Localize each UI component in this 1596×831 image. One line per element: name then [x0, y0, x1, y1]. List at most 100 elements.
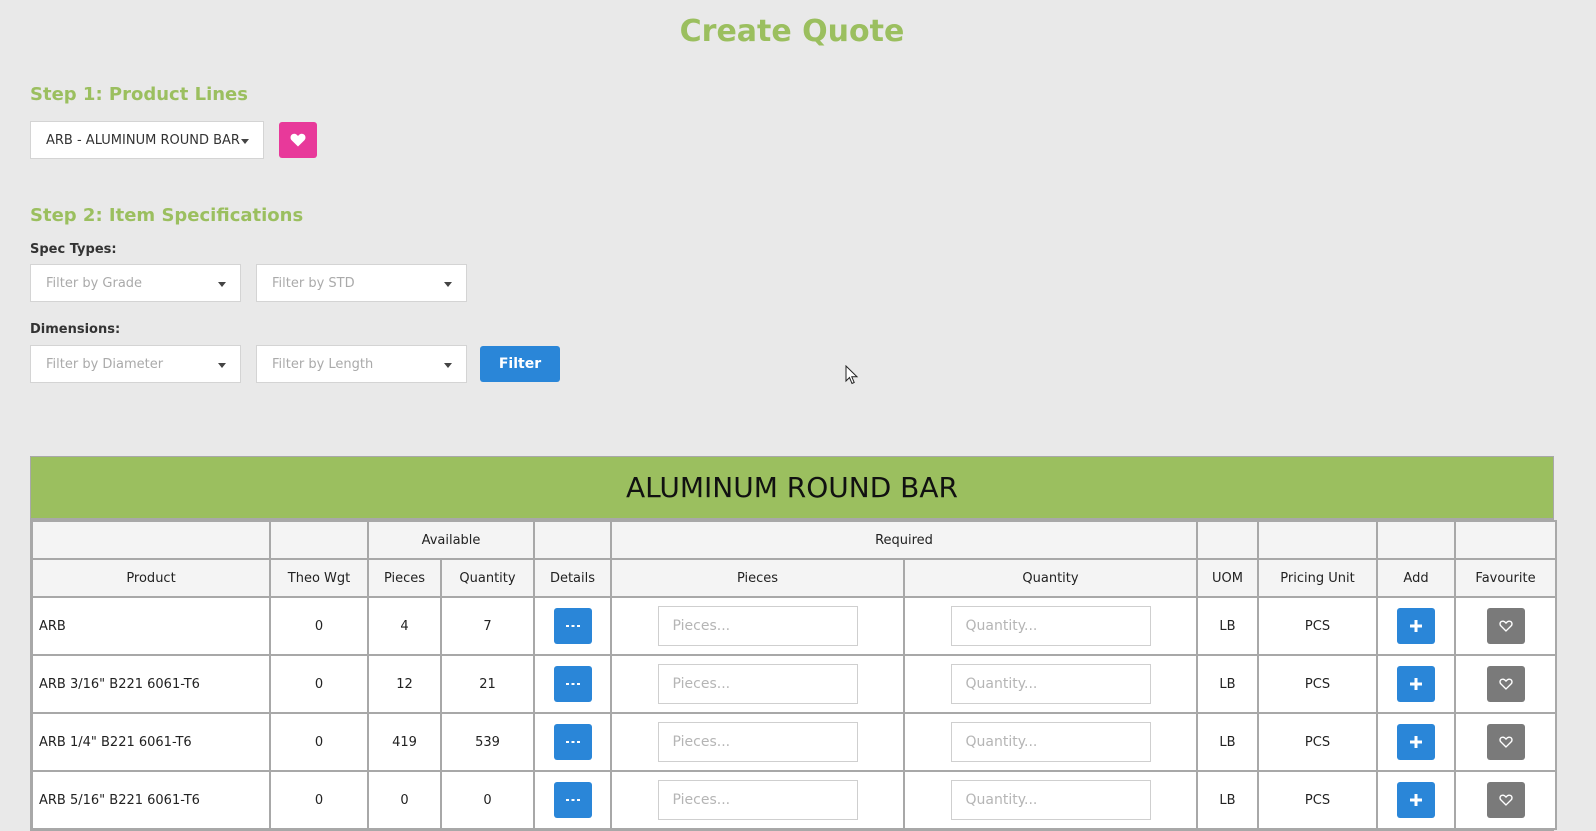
- required-quantity-input[interactable]: [950, 606, 1151, 646]
- group-header-empty: [1376, 520, 1457, 560]
- required-quantity-input[interactable]: [950, 780, 1151, 820]
- required-pieces-cell: [610, 596, 905, 656]
- ellipsis-icon: [565, 741, 580, 743]
- col-header-theo-wgt: Theo Wgt: [269, 558, 369, 598]
- group-header-available: Available: [367, 520, 535, 560]
- uom-cell: LB: [1196, 712, 1260, 772]
- required-quantity-cell: [902, 712, 1199, 772]
- spec-types-label: Spec Types:: [30, 242, 117, 257]
- theo-wgt-cell: 0: [269, 596, 369, 656]
- uom-cell: LB: [1196, 596, 1260, 656]
- product-line-select[interactable]: ARB - ALUMINUM ROUND BAR: [30, 121, 264, 159]
- favourite-cell: [1454, 654, 1558, 714]
- add-button[interactable]: [1397, 666, 1436, 702]
- required-pieces-input[interactable]: [657, 780, 858, 820]
- grade-filter-select[interactable]: Filter by Grade: [30, 264, 241, 302]
- uom-cell: LB: [1196, 770, 1260, 830]
- theo-wgt-cell: 0: [269, 712, 369, 772]
- chevron-down-icon: [218, 282, 226, 287]
- length-filter-select[interactable]: Filter by Length: [256, 345, 467, 383]
- step1-label: Step 1: Product Lines: [30, 84, 248, 105]
- col-header-favourite: Favourite: [1454, 558, 1558, 598]
- required-quantity-input[interactable]: [950, 722, 1151, 762]
- heart-outline-icon: [1498, 736, 1513, 748]
- col-header-uom: UOM: [1196, 558, 1260, 598]
- required-pieces-input[interactable]: [657, 722, 858, 762]
- favourite-button[interactable]: [1486, 608, 1525, 644]
- table-row: ARB 5/16" B221 6061-T6 0 0 0 LB PCS: [31, 770, 1558, 830]
- filter-button[interactable]: Filter: [480, 346, 560, 382]
- favourite-button[interactable]: [1486, 782, 1525, 818]
- table-title: ALUMINUM ROUND BAR: [31, 457, 1553, 520]
- available-pieces-cell: 419: [367, 712, 442, 772]
- add-button[interactable]: [1397, 608, 1436, 644]
- available-quantity-cell: 0: [440, 770, 535, 830]
- uom-cell: LB: [1196, 654, 1260, 714]
- column-header-row: Product Theo Wgt Pieces Quantity Details…: [31, 558, 1558, 598]
- favourite-product-line-button[interactable]: [279, 122, 317, 158]
- col-header-pricing-unit: Pricing Unit: [1257, 558, 1379, 598]
- available-pieces-cell: 12: [367, 654, 442, 714]
- product-table: Available Required Product Theo Wgt Piec…: [31, 520, 1558, 830]
- diameter-filter-select[interactable]: Filter by Diameter: [30, 345, 241, 383]
- required-pieces-input[interactable]: [657, 606, 858, 646]
- ellipsis-icon: [565, 799, 580, 801]
- add-button[interactable]: [1397, 782, 1436, 818]
- details-cell: [533, 654, 612, 714]
- details-button[interactable]: [553, 666, 592, 702]
- product-cell: ARB: [31, 596, 271, 656]
- add-button[interactable]: [1397, 724, 1436, 760]
- required-quantity-input[interactable]: [950, 664, 1151, 704]
- step2-label: Step 2: Item Specifications: [30, 205, 304, 226]
- details-cell: [533, 712, 612, 772]
- add-cell: [1376, 712, 1457, 772]
- required-quantity-cell: [902, 596, 1199, 656]
- details-button[interactable]: [553, 608, 592, 644]
- chevron-down-icon: [218, 363, 226, 368]
- col-header-product: Product: [31, 558, 271, 598]
- add-cell: [1376, 654, 1457, 714]
- details-button[interactable]: [553, 724, 592, 760]
- favourite-button[interactable]: [1486, 724, 1525, 760]
- group-header-empty: [1454, 520, 1558, 560]
- table-row: ARB 3/16" B221 6061-T6 0 12 21 LB PCS: [31, 654, 1558, 714]
- details-cell: [533, 596, 612, 656]
- page-title: Create Quote: [679, 14, 905, 49]
- plus-icon: [1410, 794, 1423, 806]
- required-pieces-cell: [610, 712, 905, 772]
- std-filter-placeholder: Filter by STD: [272, 275, 355, 291]
- grade-filter-placeholder: Filter by Grade: [46, 275, 143, 291]
- required-pieces-cell: [610, 654, 905, 714]
- theo-wgt-cell: 0: [269, 654, 369, 714]
- plus-icon: [1410, 678, 1423, 690]
- product-table-panel: ALUMINUM ROUND BAR Available Required Pr…: [30, 456, 1558, 831]
- product-cell: ARB 5/16" B221 6061-T6: [31, 770, 271, 830]
- std-filter-select[interactable]: Filter by STD: [256, 264, 467, 302]
- ellipsis-icon: [565, 683, 580, 685]
- chevron-down-icon: [241, 139, 249, 144]
- details-button[interactable]: [553, 782, 592, 818]
- add-cell: [1376, 596, 1457, 656]
- pricing-unit-cell: PCS: [1257, 770, 1379, 830]
- diameter-filter-placeholder: Filter by Diameter: [46, 356, 164, 372]
- chevron-down-icon: [444, 282, 452, 287]
- available-pieces-cell: 4: [367, 596, 442, 656]
- col-header-required-quantity: Quantity: [902, 558, 1199, 598]
- required-quantity-cell: [902, 770, 1199, 830]
- heart-outline-icon: [1498, 794, 1513, 806]
- product-cell: ARB 1/4" B221 6061-T6: [31, 712, 271, 772]
- heart-outline-icon: [1498, 620, 1513, 632]
- col-header-required-pieces: Pieces: [610, 558, 905, 598]
- favourite-button[interactable]: [1486, 666, 1525, 702]
- product-line-value: ARB - ALUMINUM ROUND BAR: [46, 132, 240, 148]
- length-filter-placeholder: Filter by Length: [272, 356, 374, 372]
- plus-icon: [1410, 736, 1423, 748]
- plus-icon: [1410, 620, 1423, 632]
- details-cell: [533, 770, 612, 830]
- available-pieces-cell: 0: [367, 770, 442, 830]
- available-quantity-cell: 7: [440, 596, 535, 656]
- chevron-down-icon: [444, 363, 452, 368]
- required-pieces-input[interactable]: [657, 664, 858, 704]
- col-header-add: Add: [1376, 558, 1457, 598]
- group-header-empty: [31, 520, 271, 560]
